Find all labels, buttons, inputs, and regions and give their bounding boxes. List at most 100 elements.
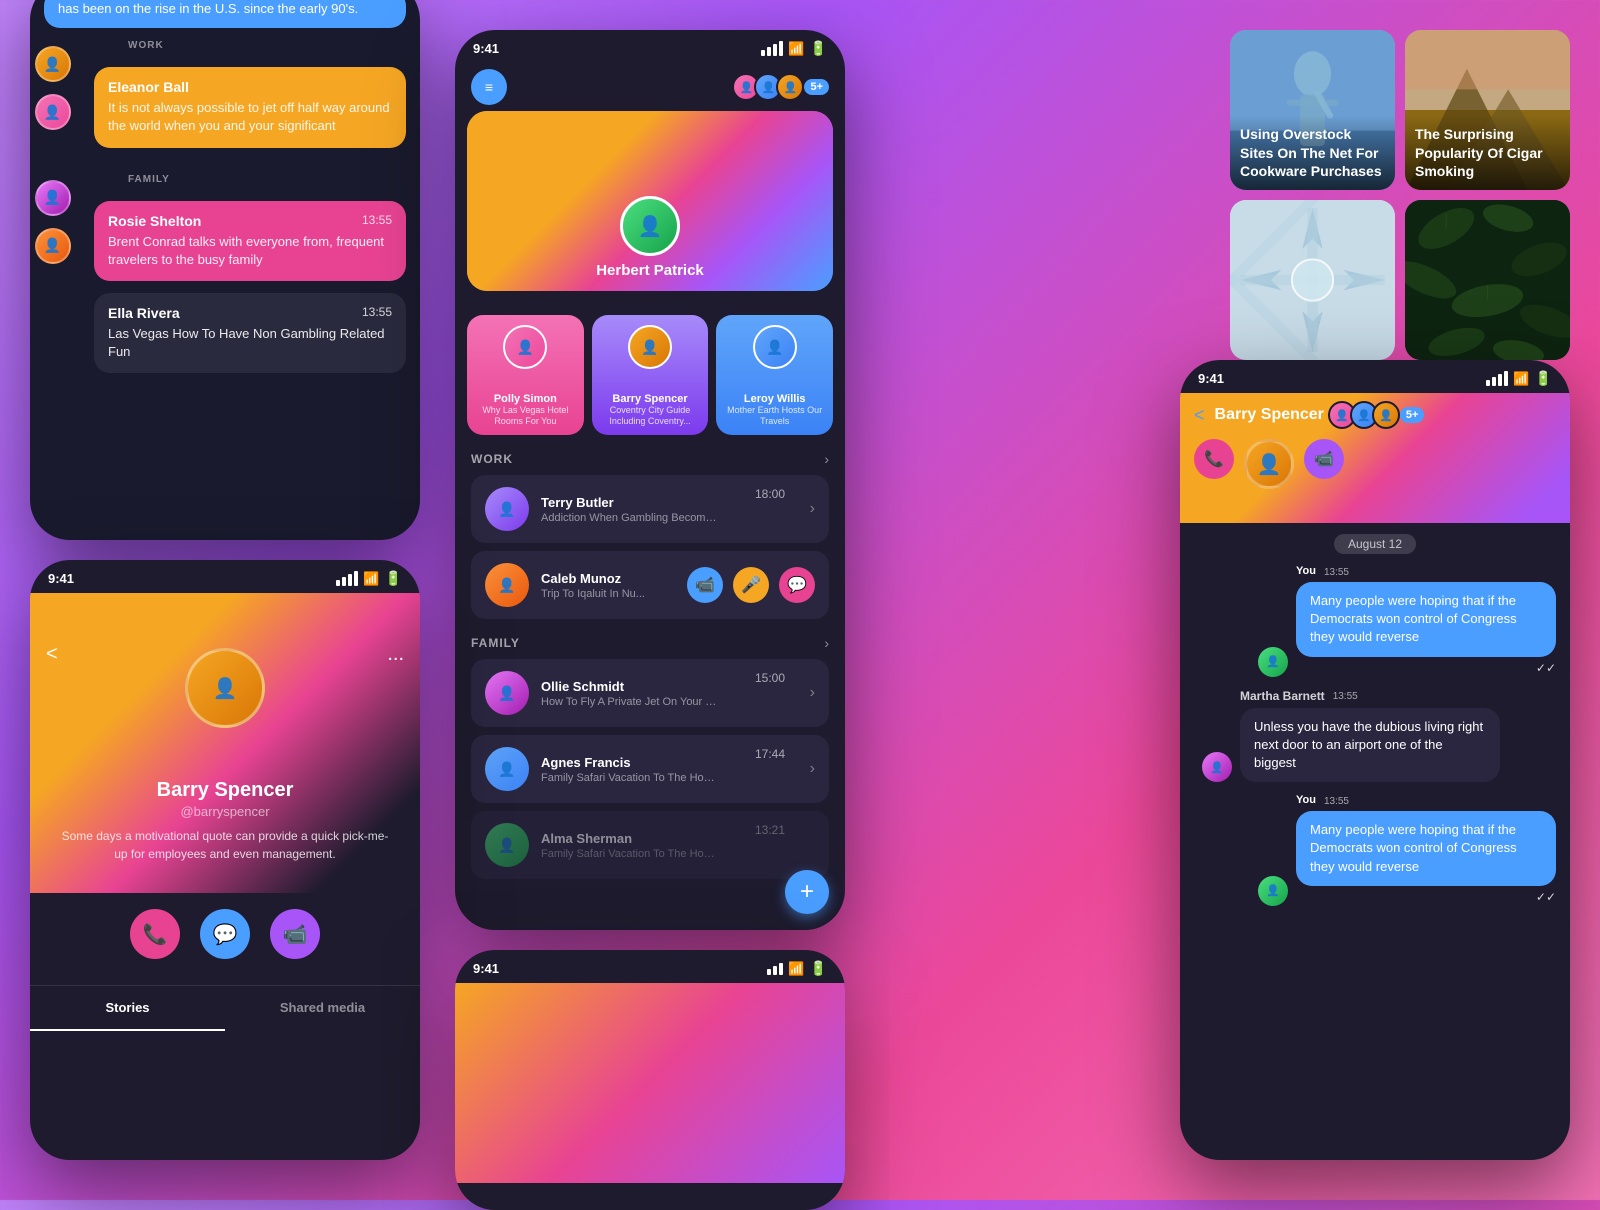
status-time: 9:41 bbox=[1198, 371, 1224, 386]
work-arrow[interactable]: › bbox=[824, 451, 829, 467]
profile-name: Barry Spencer bbox=[30, 779, 420, 802]
wifi-icon: 📶 bbox=[363, 571, 379, 587]
avatar[interactable]: 👤 bbox=[35, 46, 71, 82]
status-icons: 📶 🔋 bbox=[761, 40, 827, 57]
feed-item-agnes[interactable]: 👤 Agnes Francis Family Safari Vacation T… bbox=[471, 735, 829, 803]
message-time: 13:55 bbox=[362, 305, 392, 319]
battery-icon: 🔋 bbox=[810, 960, 827, 977]
story-avatar: 👤 bbox=[503, 325, 547, 369]
read-receipt: ✓✓ bbox=[1296, 659, 1556, 677]
message-bubble-ella[interactable]: Ella Rivera 13:55 Las Vegas How To Have … bbox=[94, 293, 406, 373]
news-card-overstock[interactable]: Using Overstock Sites On The Net For Coo… bbox=[1230, 30, 1395, 190]
feed-arrow-icon: › bbox=[810, 684, 815, 702]
story-card-leroy[interactable]: 👤 Leroy Willis Mother Earth Hosts Our Tr… bbox=[716, 315, 833, 435]
news-card-ice[interactable] bbox=[1230, 200, 1395, 360]
menu-button[interactable]: ≡ bbox=[471, 69, 507, 105]
status-icons: 📶 🔋 bbox=[336, 570, 402, 587]
feed-info: Caleb Munoz Trip To Iqaluit In Nu... bbox=[541, 571, 675, 600]
chat-bubble-martha: Martha Barnett 13:55 Unless you have the… bbox=[1240, 689, 1500, 783]
audio-button[interactable]: 🎤 bbox=[733, 567, 769, 603]
hero-card[interactable]: 👤 Herbert Patrick bbox=[467, 111, 833, 291]
status-time: 9:41 bbox=[473, 41, 499, 56]
feed-desc: Family Safari Vacation To The Home Of... bbox=[541, 848, 721, 860]
battery-icon: 🔋 bbox=[1535, 370, 1552, 387]
status-time: 9:41 bbox=[48, 571, 74, 586]
message-button[interactable]: 💬 bbox=[200, 909, 250, 959]
work-title: WORK bbox=[471, 452, 513, 466]
feed-time: 15:00 bbox=[755, 671, 785, 685]
feed-desc: Addiction When Gambling Becomes A Pr... bbox=[541, 512, 721, 524]
martha-avatar: 👤 bbox=[1202, 752, 1232, 782]
status-bar: 9:41 📶 🔋 bbox=[455, 950, 845, 983]
story-row: 👤 Polly Simon Why Las Vegas Hotel Rooms … bbox=[455, 307, 845, 443]
feed-avatar: 👤 bbox=[485, 487, 529, 531]
video-call-button[interactable]: 📹 bbox=[687, 567, 723, 603]
message-bubble-rosie[interactable]: Rosie Shelton 13:55 Brent Conrad talks w… bbox=[94, 201, 406, 281]
phone-chat: 9:41 📶 🔋 < Barry Spencer 👤 👤 bbox=[1180, 360, 1570, 1160]
phone-main-feed: 9:41 📶 🔋 ≡ 👤 👤 👤 5+ bbox=[455, 30, 845, 930]
avatars-row: 👤 👤 👤 5+ bbox=[738, 73, 829, 101]
family-title: FAMILY bbox=[471, 636, 520, 650]
news-card-text: The Surprising Popularity Of Cigar Smoki… bbox=[1405, 115, 1570, 190]
phone-call-button[interactable]: 📞 bbox=[1194, 439, 1234, 479]
message-text: Many people were hoping that if the Demo… bbox=[1310, 592, 1542, 647]
work-feed-section: WORK › 👤 Terry Butler Addiction When Gam… bbox=[455, 443, 845, 619]
news-card-title: Using Overstock Sites On The Net For Coo… bbox=[1240, 125, 1385, 180]
tab-stories[interactable]: Stories bbox=[30, 986, 225, 1031]
video-button[interactable]: 📹 bbox=[270, 909, 320, 959]
avatar-sm: 👤 bbox=[1372, 401, 1400, 429]
date-divider: August 12 bbox=[1194, 535, 1556, 553]
plus-badge: 5+ bbox=[804, 79, 829, 95]
tab-shared-media[interactable]: Shared media bbox=[225, 986, 420, 1031]
avatar[interactable]: 👤 bbox=[35, 228, 71, 264]
avatar-sm: 👤 bbox=[776, 73, 804, 101]
feed-desc: Trip To Iqaluit In Nu... bbox=[541, 588, 675, 600]
video-call-button[interactable]: 📹 bbox=[1304, 439, 1344, 479]
status-bar: 9:41 📶 🔋 bbox=[455, 30, 845, 63]
story-name: Leroy Willis bbox=[744, 393, 806, 405]
feed-item-alma[interactable]: 👤 Alma Sherman Family Safari Vacation To… bbox=[471, 811, 829, 879]
more-options-button[interactable]: ... bbox=[387, 643, 404, 666]
chat-user-avatar: 👤 bbox=[1244, 439, 1294, 489]
signal-icon bbox=[767, 963, 783, 975]
hero-avatar: 👤 bbox=[620, 196, 680, 256]
call-action-buttons: 📞 👤 📹 bbox=[1180, 429, 1570, 499]
family-section-label: FAMILY bbox=[80, 170, 420, 191]
message-sender: Eleanor Ball bbox=[108, 79, 392, 95]
chat-message-you-2: You 13:55 Many people were hoping that i… bbox=[1194, 794, 1556, 906]
call-button[interactable]: 📞 bbox=[130, 909, 180, 959]
story-card-barry[interactable]: 👤 Barry Spencer Coventry City Guide Incl… bbox=[592, 315, 709, 435]
family-section-header: FAMILY › bbox=[471, 635, 829, 651]
work-section-label: WORK bbox=[80, 36, 420, 57]
chat-hero: < Barry Spencer 👤 👤 👤 5+ 📞 👤 📹 bbox=[1180, 393, 1570, 523]
message-text: It is not always possible to jet off hal… bbox=[108, 99, 392, 135]
chat-person-name: Barry Spencer bbox=[1215, 406, 1324, 424]
story-desc: Why Las Vegas Hotel Rooms For You bbox=[475, 405, 576, 427]
message-text: Many people were hoping that if the Demo… bbox=[1310, 821, 1542, 876]
chat-button[interactable]: 💬 bbox=[779, 567, 815, 603]
status-time: 9:41 bbox=[473, 961, 499, 976]
story-avatar: 👤 bbox=[753, 325, 797, 369]
message-text: Brent Conrad talks with everyone from, f… bbox=[108, 233, 392, 269]
story-card-polly[interactable]: 👤 Polly Simon Why Las Vegas Hotel Rooms … bbox=[467, 315, 584, 435]
message-bubble-eleanor[interactable]: Eleanor Ball It is not always possible t… bbox=[94, 67, 406, 147]
avatar[interactable]: 👤 bbox=[35, 94, 71, 130]
message-text: Las Vegas How To Have Non Gambling Relat… bbox=[108, 325, 392, 361]
battery-icon: 🔋 bbox=[385, 570, 402, 587]
back-button[interactable]: < bbox=[1194, 405, 1205, 426]
feed-item-terry[interactable]: 👤 Terry Butler Addiction When Gambling B… bbox=[471, 475, 829, 543]
compose-fab[interactable]: + bbox=[785, 870, 829, 914]
news-card-cigar[interactable]: The Surprising Popularity Of Cigar Smoki… bbox=[1405, 30, 1570, 190]
feed-item-ollie[interactable]: 👤 Ollie Schmidt How To Fly A Private Jet… bbox=[471, 659, 829, 727]
story-avatar: 👤 bbox=[628, 325, 672, 369]
news-card-leaves[interactable] bbox=[1405, 200, 1570, 360]
read-receipt: ✓✓ bbox=[1296, 888, 1556, 906]
feed-avatar: 👤 bbox=[485, 823, 529, 867]
feed-item-caleb[interactable]: 👤 Caleb Munoz Trip To Iqaluit In Nu... 📹… bbox=[471, 551, 829, 619]
message-sender: Rosie Shelton bbox=[108, 213, 392, 229]
chat-message-you-1: You 13:55 Many people were hoping that i… bbox=[1194, 565, 1556, 677]
avatar[interactable]: 👤 bbox=[35, 180, 71, 216]
partial-hero bbox=[455, 983, 845, 1183]
back-button[interactable]: < bbox=[46, 643, 58, 666]
family-arrow[interactable]: › bbox=[824, 635, 829, 651]
